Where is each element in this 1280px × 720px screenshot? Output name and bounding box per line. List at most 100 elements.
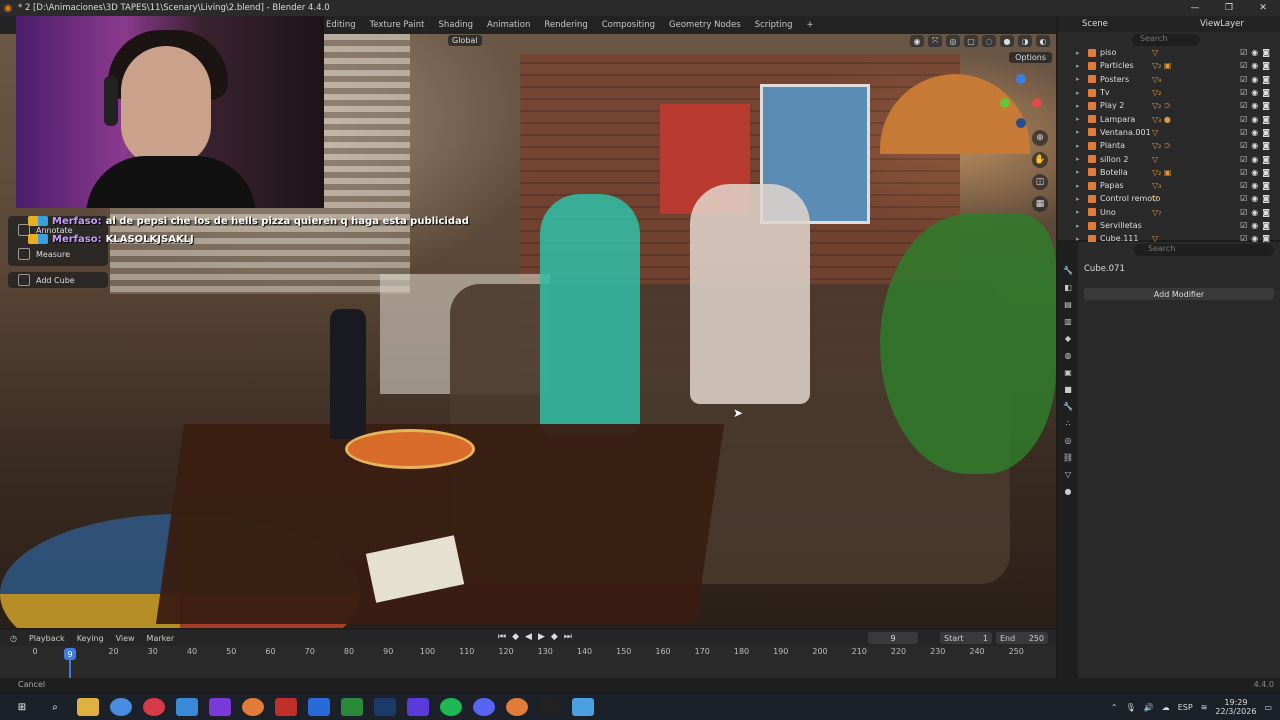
transform-orientation-dropdown[interactable]: Global — [448, 35, 482, 46]
checkbox-icon[interactable]: ☑ — [1240, 141, 1247, 150]
data-tab-icon[interactable]: ▽ — [1062, 468, 1074, 480]
outliner-row[interactable]: ▸ Control remoto ▽ ☑ ◉ ◙ — [1058, 192, 1280, 205]
app-icon[interactable] — [209, 698, 231, 716]
tool-tab-icon[interactable]: 🔧 — [1062, 264, 1074, 276]
eye-icon[interactable]: ◉ — [1251, 101, 1258, 110]
checkbox-icon[interactable]: ☑ — [1240, 181, 1247, 190]
x-axis-icon[interactable] — [1032, 98, 1042, 108]
end-frame-field[interactable]: End 250 — [996, 632, 1048, 644]
outliner-row[interactable]: ▸ Servilletas ☑ ◉ ◙ — [1058, 219, 1280, 232]
constraints-tab-icon[interactable]: ⛓ — [1062, 451, 1074, 463]
expand-icon[interactable]: ▸ — [1076, 142, 1086, 150]
expand-icon[interactable]: ▸ — [1076, 182, 1086, 190]
eye-icon[interactable]: ◉ — [1251, 61, 1258, 70]
outliner-item-name[interactable]: Control remoto — [1100, 194, 1160, 203]
outliner-row[interactable]: ▸ Botella ▽₂ ▣ ☑ ◉ ◙ — [1058, 166, 1280, 179]
outliner-item-name[interactable]: Ventana.001 — [1100, 128, 1152, 137]
y-axis-icon[interactable] — [1000, 98, 1010, 108]
material-shading-icon[interactable]: ◑ — [1018, 35, 1032, 47]
checkbox-icon[interactable]: ☑ — [1240, 61, 1247, 70]
checkbox-icon[interactable]: ☑ — [1240, 155, 1247, 164]
view-layer-tab-icon[interactable]: ▥ — [1062, 315, 1074, 327]
scene-tab-icon[interactable]: ◆ — [1062, 332, 1074, 344]
options-dropdown[interactable]: Options — [1009, 52, 1052, 63]
add-workspace-button[interactable]: + — [807, 20, 814, 30]
eye-icon[interactable]: ◉ — [1251, 75, 1258, 84]
outliner-item-name[interactable]: Papas — [1100, 181, 1152, 190]
jump-end-icon[interactable]: ⏭ — [564, 632, 572, 642]
tool-measure[interactable]: Measure — [18, 248, 70, 260]
play-reverse-icon[interactable]: ◀ — [525, 632, 532, 642]
close-button[interactable]: ✕ — [1246, 0, 1280, 16]
pan-hand-icon[interactable]: ✋ — [1032, 152, 1048, 168]
expand-icon[interactable]: ▸ — [1076, 75, 1086, 83]
next-key-icon[interactable]: ◆ — [551, 632, 558, 642]
z-axis-icon[interactable] — [1016, 74, 1026, 84]
eye-icon[interactable]: ◉ — [1251, 115, 1258, 124]
outliner-row[interactable]: ▸ Ventana.001 ▽ ☑ ◉ ◙ — [1058, 126, 1280, 139]
checkbox-icon[interactable]: ☑ — [1240, 101, 1247, 110]
perspective-grid-icon[interactable]: ▦ — [1032, 196, 1048, 212]
playhead[interactable]: 9 — [64, 648, 76, 660]
start-icon[interactable]: ⊞ — [11, 698, 33, 716]
camera-icon[interactable]: ◙ — [1262, 88, 1270, 97]
start-frame-field[interactable]: Start 1 — [940, 632, 992, 644]
neg-z-axis-icon[interactable] — [1016, 118, 1026, 128]
outliner-item-name[interactable]: Play 2 — [1100, 101, 1152, 110]
output-tab-icon[interactable]: ▤ — [1062, 298, 1074, 310]
outliner-row[interactable]: ▸ Lampara ▽₃ ● ☑ ◉ ◙ — [1058, 112, 1280, 125]
outliner-row[interactable]: ▸ sillon 2 ▽ ☑ ◉ ◙ — [1058, 152, 1280, 165]
outliner-row[interactable]: ▸ piso ▽ ☑ ◉ ◙ — [1058, 46, 1280, 59]
visibility-icon[interactable]: ◉ — [910, 35, 924, 47]
properties-search-input[interactable]: Search — [1134, 244, 1274, 256]
camera-icon[interactable]: ◙ — [1262, 221, 1270, 230]
outliner-row[interactable]: ▸ Tv ▽₂ ☑ ◉ ◙ — [1058, 86, 1280, 99]
outliner-item-name[interactable]: Uno — [1100, 208, 1152, 217]
world-tab-icon[interactable]: ◍ — [1062, 349, 1074, 361]
eye-icon[interactable]: ◉ — [1251, 208, 1258, 217]
minimize-button[interactable]: — — [1178, 0, 1212, 16]
network-icon[interactable]: ☁ — [1162, 703, 1170, 712]
outliner-item-name[interactable]: piso — [1100, 48, 1152, 57]
camera-icon[interactable]: ◙ — [1262, 48, 1270, 57]
tab-editing[interactable]: Editing — [326, 20, 356, 30]
wireframe-shading-icon[interactable]: ◌ — [982, 35, 996, 47]
expand-icon[interactable]: ▸ — [1076, 89, 1086, 97]
eye-icon[interactable]: ◉ — [1251, 155, 1258, 164]
editor-type-icon[interactable]: ◷ — [10, 634, 17, 643]
eye-icon[interactable]: ◉ — [1251, 141, 1258, 150]
eye-icon[interactable]: ◉ — [1251, 221, 1258, 230]
expand-icon[interactable]: ▸ — [1076, 128, 1086, 136]
edge-icon[interactable] — [176, 698, 198, 716]
expand-icon[interactable]: ▸ — [1076, 208, 1086, 216]
camera-icon[interactable]: ◙ — [1262, 181, 1270, 190]
menu-playback[interactable]: Playback — [29, 634, 65, 643]
eye-icon[interactable]: ◉ — [1251, 128, 1258, 137]
particles-tab-icon[interactable]: ∴ — [1062, 417, 1074, 429]
outliner-item-name[interactable]: Lampara — [1100, 115, 1152, 124]
eye-icon[interactable]: ◉ — [1251, 181, 1258, 190]
object-name-field[interactable]: Cube.071 — [1084, 264, 1125, 274]
gizmo-toggle-icon[interactable]: ⤧ — [928, 35, 942, 47]
obs-icon[interactable] — [539, 698, 561, 716]
outliner-item-name[interactable]: Servilletas — [1100, 221, 1152, 230]
modifier-tab-icon[interactable]: 🔧 — [1062, 400, 1074, 412]
eye-icon[interactable]: ◉ — [1251, 48, 1258, 57]
jump-start-icon[interactable]: ⏮ — [498, 632, 506, 642]
chrome-icon[interactable] — [110, 698, 132, 716]
expand-icon[interactable]: ▸ — [1076, 62, 1086, 70]
timeline[interactable]: 0 20 30 40 50 60 70 80 90 100 110 120 130 140 150 160 17… — [0, 646, 1056, 678]
outliner-row[interactable]: ▸ Planta ▽₂ ⊃ ☑ ◉ ◙ — [1058, 139, 1280, 152]
tab-geometry-nodes[interactable]: Geometry Nodes — [669, 20, 741, 30]
rendered-shading-icon[interactable]: ◐ — [1036, 35, 1050, 47]
tab-rendering[interactable]: Rendering — [544, 20, 587, 30]
object-tab-icon[interactable]: ■ — [1062, 383, 1074, 395]
blender-taskbar-icon[interactable] — [242, 698, 264, 716]
speaker-icon[interactable]: 🔊 — [1144, 703, 1154, 712]
tab-texture-paint[interactable]: Texture Paint — [370, 20, 425, 30]
scene-selector[interactable]: Scene ViewLayer — [1058, 16, 1280, 32]
app2-icon[interactable] — [407, 698, 429, 716]
render-tab-icon[interactable]: ◧ — [1062, 281, 1074, 293]
language-indicator[interactable]: ESP — [1178, 703, 1193, 712]
outliner-item-name[interactable]: Botella — [1100, 168, 1152, 177]
